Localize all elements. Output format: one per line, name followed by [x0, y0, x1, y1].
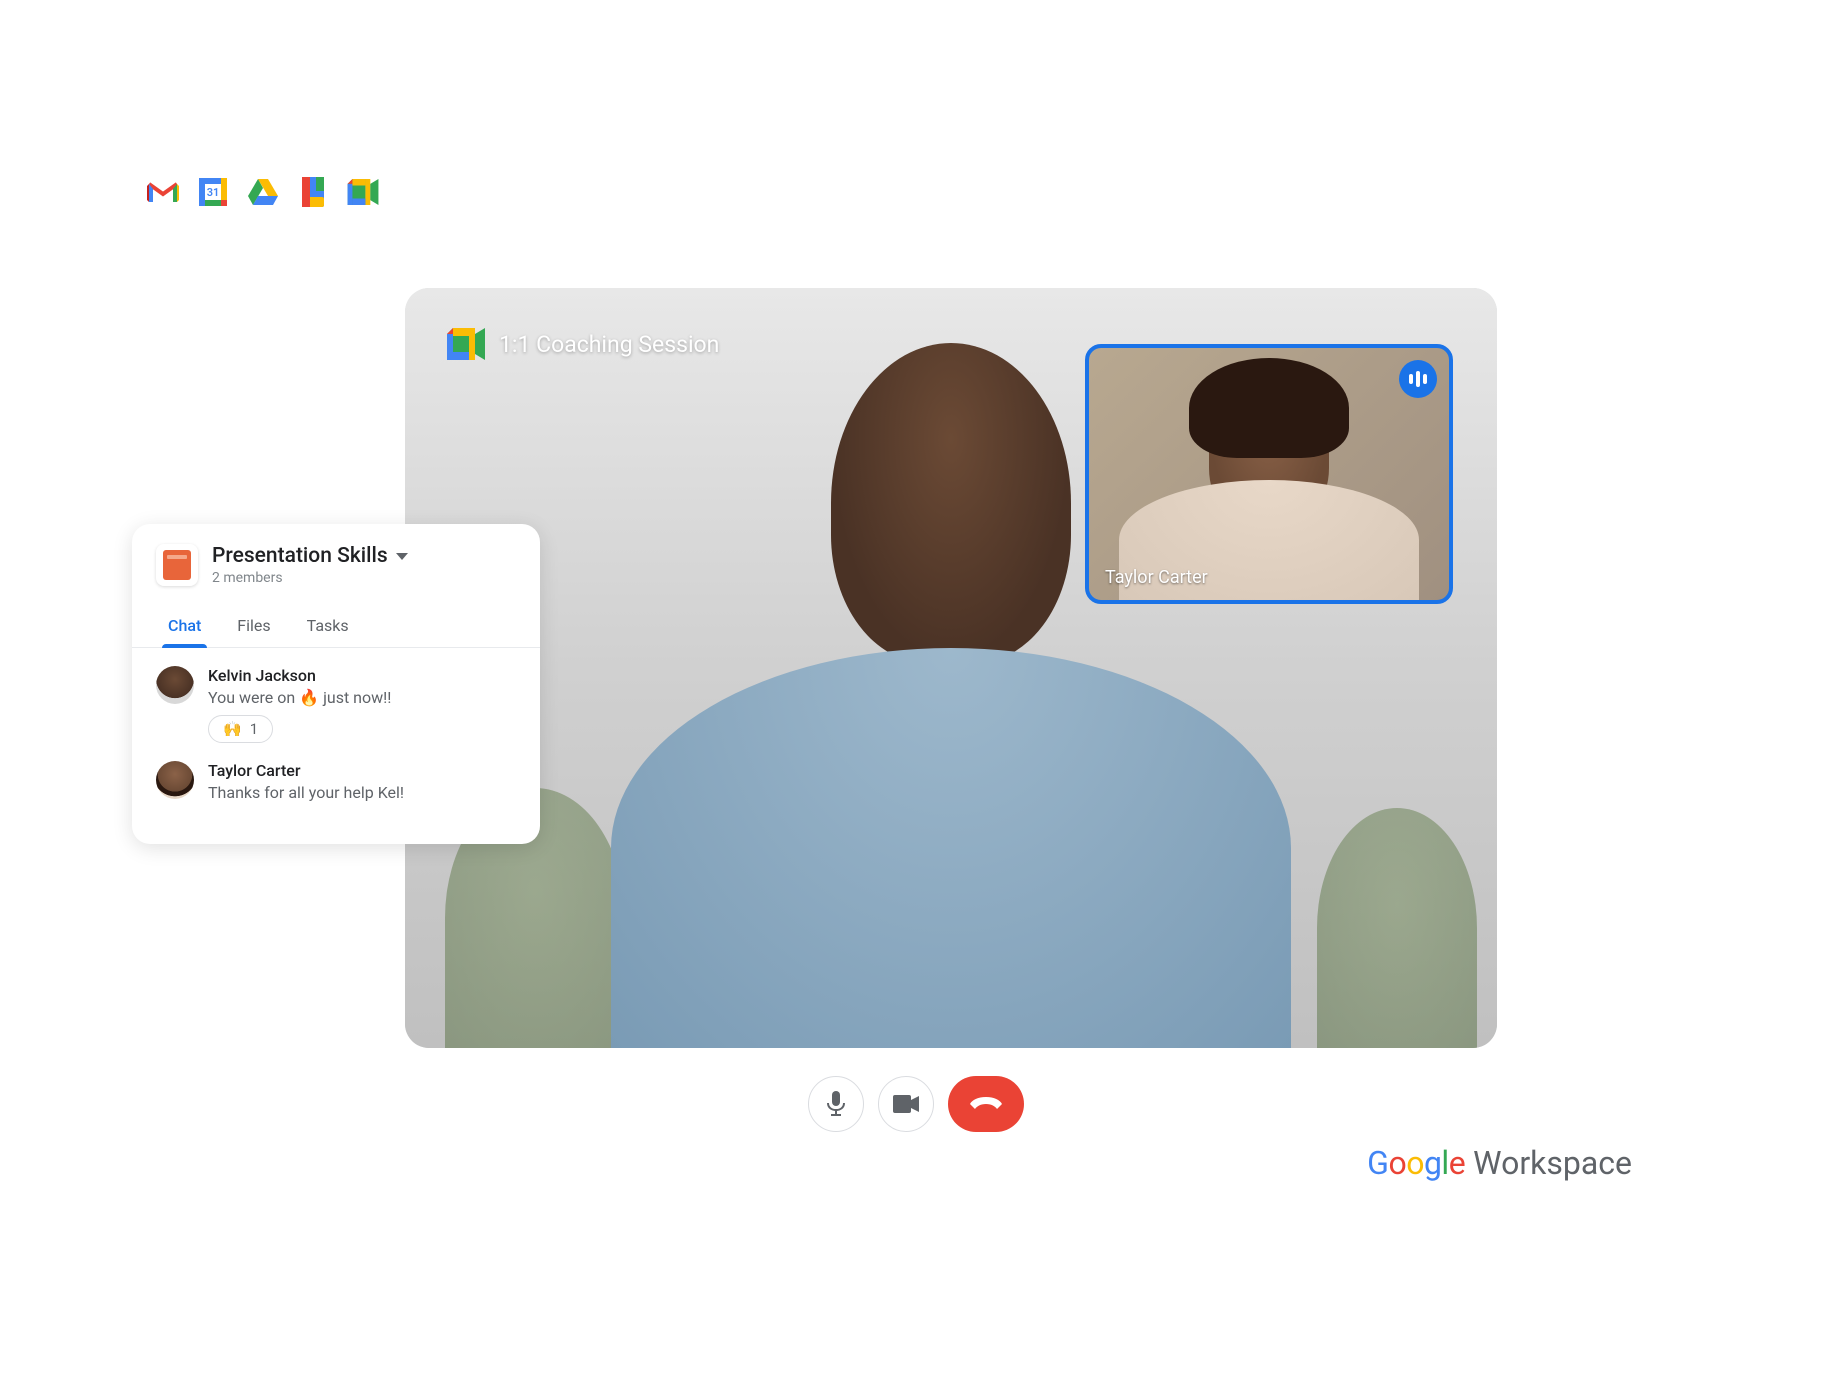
gmail-icon[interactable]: [147, 176, 179, 208]
chat-space-title: Presentation Skills: [212, 544, 388, 568]
chat-panel: Presentation Skills 2 members Chat Files…: [132, 524, 540, 844]
pip-name-label: Taylor Carter: [1105, 567, 1208, 588]
app-icon-row: 31: [147, 176, 379, 208]
message-sender: Kelvin Jackson: [208, 666, 516, 685]
message-sender: Taylor Carter: [208, 761, 516, 780]
docs-icon[interactable]: [297, 176, 329, 208]
pip-video: [1089, 348, 1449, 600]
camera-icon: [893, 1095, 919, 1113]
message-text: Thanks for all your help Kel!: [208, 783, 516, 802]
space-icon: [156, 544, 198, 586]
chat-title-dropdown[interactable]: Presentation Skills: [212, 544, 516, 568]
avatar[interactable]: [156, 761, 194, 799]
background-plant: [1317, 808, 1477, 1048]
chat-member-count: 2 members: [212, 570, 516, 586]
chevron-down-icon: [396, 553, 408, 560]
book-icon: [163, 550, 191, 580]
tab-files[interactable]: Files: [219, 606, 288, 647]
meet-icon: [447, 328, 485, 360]
reaction-chip[interactable]: 🙌 1: [208, 715, 273, 743]
reaction-count: 1: [250, 720, 258, 738]
google-wordmark: Google: [1367, 1144, 1465, 1182]
reaction-emoji-icon: 🙌: [223, 720, 242, 738]
message-text: You were on 🔥 just now!!: [208, 688, 516, 707]
chat-header: Presentation Skills 2 members: [132, 544, 540, 600]
google-workspace-logo: Google Workspace: [1367, 1144, 1632, 1182]
main-video-feed: 1:1 Coaching Session Taylor Carter: [405, 288, 1497, 1048]
meeting-title: 1:1 Coaching Session: [499, 331, 719, 358]
microphone-icon: [825, 1091, 847, 1117]
tab-tasks[interactable]: Tasks: [289, 606, 367, 647]
pip-participant[interactable]: Taylor Carter: [1085, 344, 1453, 604]
end-call-button[interactable]: [948, 1076, 1024, 1132]
camera-button[interactable]: [878, 1076, 934, 1132]
avatar[interactable]: [156, 666, 194, 704]
meet-icon[interactable]: [347, 176, 379, 208]
chat-tabs: Chat Files Tasks: [132, 606, 540, 648]
call-controls: [808, 1076, 1024, 1132]
drive-icon[interactable]: [247, 176, 279, 208]
meeting-header: 1:1 Coaching Session: [447, 328, 719, 360]
workspace-text: Workspace: [1473, 1144, 1632, 1182]
chat-message: Kelvin Jackson You were on 🔥 just now!! …: [156, 666, 516, 743]
speaking-indicator-icon: [1399, 360, 1437, 398]
mute-button[interactable]: [808, 1076, 864, 1132]
chat-message: Taylor Carter Thanks for all your help K…: [156, 761, 516, 802]
chat-message-list: Kelvin Jackson You were on 🔥 just now!! …: [132, 648, 540, 802]
tab-chat[interactable]: Chat: [150, 606, 219, 647]
hangup-icon: [970, 1097, 1002, 1111]
calendar-icon[interactable]: 31: [197, 176, 229, 208]
svg-text:31: 31: [207, 186, 220, 199]
